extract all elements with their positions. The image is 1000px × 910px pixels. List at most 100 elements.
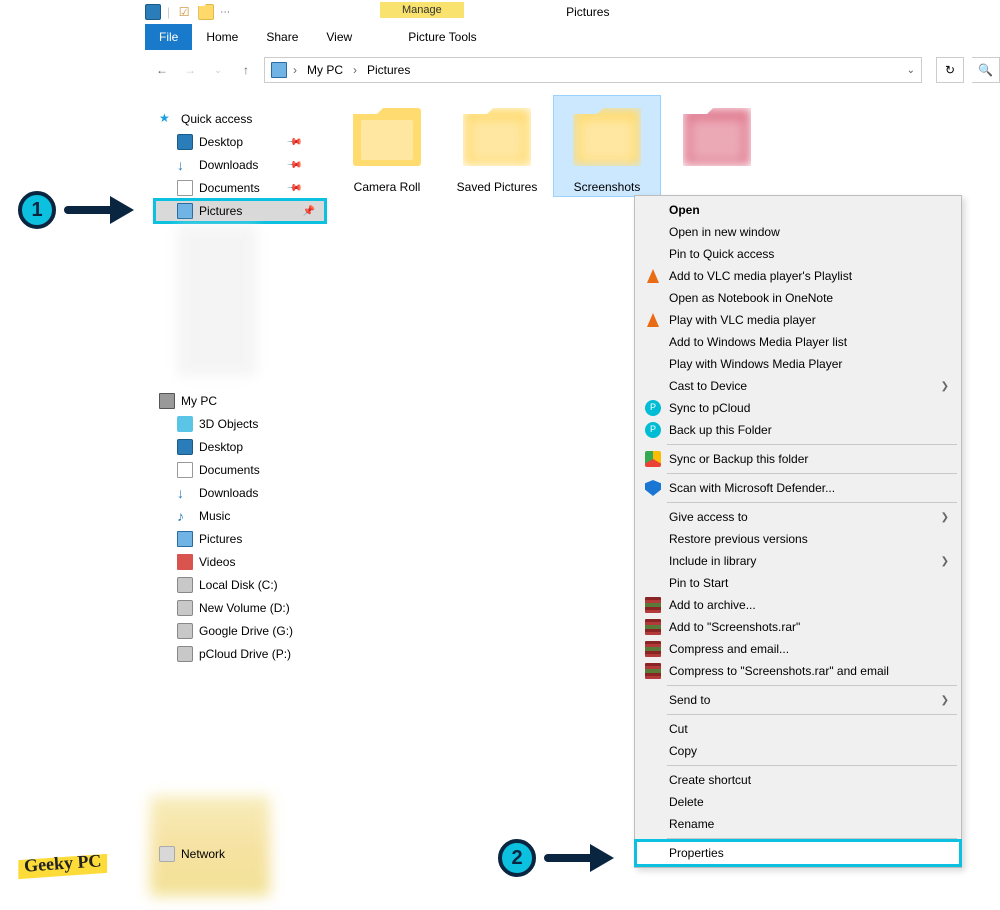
folder-screenshots[interactable]: Screenshots — [554, 96, 660, 196]
recent-dropdown-icon[interactable]: ⌄ — [208, 60, 228, 80]
context-menu-label: Pin to Quick access — [669, 247, 774, 261]
context-menu-item[interactable]: Cast to Device — [637, 375, 959, 397]
context-menu-item[interactable]: Pin to Quick access — [637, 243, 959, 265]
context-menu-item[interactable]: Open as Notebook in OneNote — [637, 287, 959, 309]
pcloud-icon: P — [645, 422, 661, 438]
callout-number: 2 — [498, 839, 536, 877]
qat-properties-icon[interactable] — [145, 4, 161, 20]
context-menu-item[interactable]: PBack up this Folder — [637, 419, 959, 441]
context-menu-item[interactable]: Compress and email... — [637, 638, 959, 660]
desktop-icon — [177, 134, 193, 150]
tree-videos[interactable]: Videos — [155, 551, 310, 573]
context-menu-separator — [667, 838, 957, 839]
qat-dropdown-icon[interactable]: ⋯ — [220, 7, 230, 18]
qat-folder-icon[interactable] — [198, 4, 214, 20]
folder-grid: Camera Roll Saved Pictures Screenshots — [334, 96, 1000, 196]
tab-home[interactable]: Home — [192, 24, 252, 50]
context-menu-item[interactable]: Copy — [637, 740, 959, 762]
chevron-right-icon[interactable]: › — [293, 63, 297, 77]
tree-downloads-pc[interactable]: ↓Downloads — [155, 482, 310, 504]
context-menu-label: Add to Windows Media Player list — [669, 335, 847, 349]
context-menu-item[interactable]: Restore previous versions — [637, 528, 959, 550]
arrow-icon — [544, 838, 620, 878]
document-icon — [177, 180, 193, 196]
forward-button[interactable]: → — [180, 60, 200, 80]
tree-new-volume[interactable]: New Volume (D:) — [155, 597, 310, 619]
tree-label: pCloud Drive (P:) — [199, 647, 291, 661]
context-menu-label: Send to — [669, 693, 710, 707]
tree-pcloud-drive[interactable]: pCloud Drive (P:) — [155, 643, 310, 665]
context-menu-item[interactable]: Properties — [637, 842, 959, 864]
desktop-icon — [177, 439, 193, 455]
context-menu-item[interactable]: Rename — [637, 813, 959, 835]
tree-quick-access[interactable]: ★ Quick access — [155, 108, 310, 130]
context-menu-item[interactable]: Pin to Start — [637, 572, 959, 594]
context-menu-item[interactable]: Open — [637, 199, 959, 221]
tab-file[interactable]: File — [145, 24, 192, 50]
context-menu-item[interactable]: Add to archive... — [637, 594, 959, 616]
pin-icon: 📌 — [285, 134, 302, 151]
video-icon — [177, 554, 193, 570]
tree-3d-objects[interactable]: 3D Objects — [155, 413, 310, 435]
folder-saved-pictures[interactable]: Saved Pictures — [444, 96, 550, 196]
tree-documents[interactable]: Documents 📌 — [155, 177, 310, 199]
context-menu-item[interactable]: PSync to pCloud — [637, 397, 959, 419]
tree-label: Desktop — [199, 135, 243, 149]
context-menu-item[interactable]: Cut — [637, 718, 959, 740]
tree-desktop-pc[interactable]: Desktop — [155, 436, 310, 458]
search-button[interactable]: 🔍 — [972, 57, 1000, 83]
folder-item-blurred[interactable] — [664, 96, 770, 196]
tree-music[interactable]: ♪Music — [155, 505, 310, 527]
folder-camera-roll[interactable]: Camera Roll — [334, 96, 440, 196]
context-menu-item[interactable]: Add to VLC media player's Playlist — [637, 265, 959, 287]
context-menu-item[interactable]: Compress to "Screenshots.rar" and email — [637, 660, 959, 682]
context-menu: OpenOpen in new window Pin to Quick acces… — [634, 195, 962, 868]
context-menu-item[interactable]: Give access to — [637, 506, 959, 528]
context-menu-item[interactable]: Play with VLC media player — [637, 309, 959, 331]
context-menu-separator — [667, 685, 957, 686]
vlc-icon — [645, 268, 661, 284]
context-menu-item[interactable]: Add to "Screenshots.rar" — [637, 616, 959, 638]
context-menu-separator — [667, 473, 957, 474]
tab-share[interactable]: Share — [252, 24, 312, 50]
breadcrumb-root[interactable]: My PC — [303, 61, 347, 79]
tree-documents-pc[interactable]: Documents — [155, 459, 310, 481]
context-menu-item[interactable]: Delete — [637, 791, 959, 813]
callout-1: 1 — [18, 190, 140, 230]
pc-icon — [159, 393, 175, 409]
address-bar[interactable]: › My PC › Pictures ⌄ — [264, 57, 922, 83]
context-menu-item[interactable]: Sync or Backup this folder — [637, 448, 959, 470]
tree-label: 3D Objects — [199, 417, 258, 431]
context-menu-item[interactable]: Send to — [637, 689, 959, 711]
up-button[interactable]: ↑ — [236, 60, 256, 80]
back-button[interactable]: ← — [152, 60, 172, 80]
rar-icon — [645, 597, 661, 613]
qat-new-folder-icon[interactable]: ☑ — [176, 4, 192, 20]
tree-pictures-pc[interactable]: Pictures — [155, 528, 310, 550]
tab-view[interactable]: View — [312, 24, 366, 50]
context-menu-item[interactable]: Play with Windows Media Player — [637, 353, 959, 375]
drive-icon — [177, 577, 193, 593]
tree-label: Downloads — [199, 486, 258, 500]
tree-label: Downloads — [199, 158, 258, 172]
tree-desktop[interactable]: Desktop 📌 — [155, 131, 310, 153]
tree-network[interactable]: Network — [155, 843, 225, 865]
tree-pictures[interactable]: Pictures 📌 — [155, 200, 325, 222]
context-menu-label: Create shortcut — [669, 773, 751, 787]
chevron-right-icon[interactable]: › — [353, 63, 357, 77]
context-menu-item[interactable]: Open in new window — [637, 221, 959, 243]
breadcrumb-current[interactable]: Pictures — [363, 61, 414, 79]
qat-sep: | — [167, 5, 170, 19]
address-dropdown-icon[interactable]: ⌄ — [907, 65, 915, 76]
context-menu-item[interactable]: Include in library — [637, 550, 959, 572]
context-menu-item[interactable]: Create shortcut — [637, 769, 959, 791]
tree-google-drive[interactable]: Google Drive (G:) — [155, 620, 310, 642]
folder-label: Camera Roll — [334, 180, 440, 196]
tree-downloads[interactable]: ↓ Downloads 📌 — [155, 154, 310, 176]
tab-picture-tools[interactable]: Picture Tools — [394, 24, 490, 50]
tree-local-disk[interactable]: Local Disk (C:) — [155, 574, 310, 596]
tree-my-pc[interactable]: My PC — [155, 390, 310, 412]
context-menu-item[interactable]: Add to Windows Media Player list — [637, 331, 959, 353]
context-menu-item[interactable]: Scan with Microsoft Defender... — [637, 477, 959, 499]
refresh-button[interactable]: ↻ — [936, 57, 964, 83]
